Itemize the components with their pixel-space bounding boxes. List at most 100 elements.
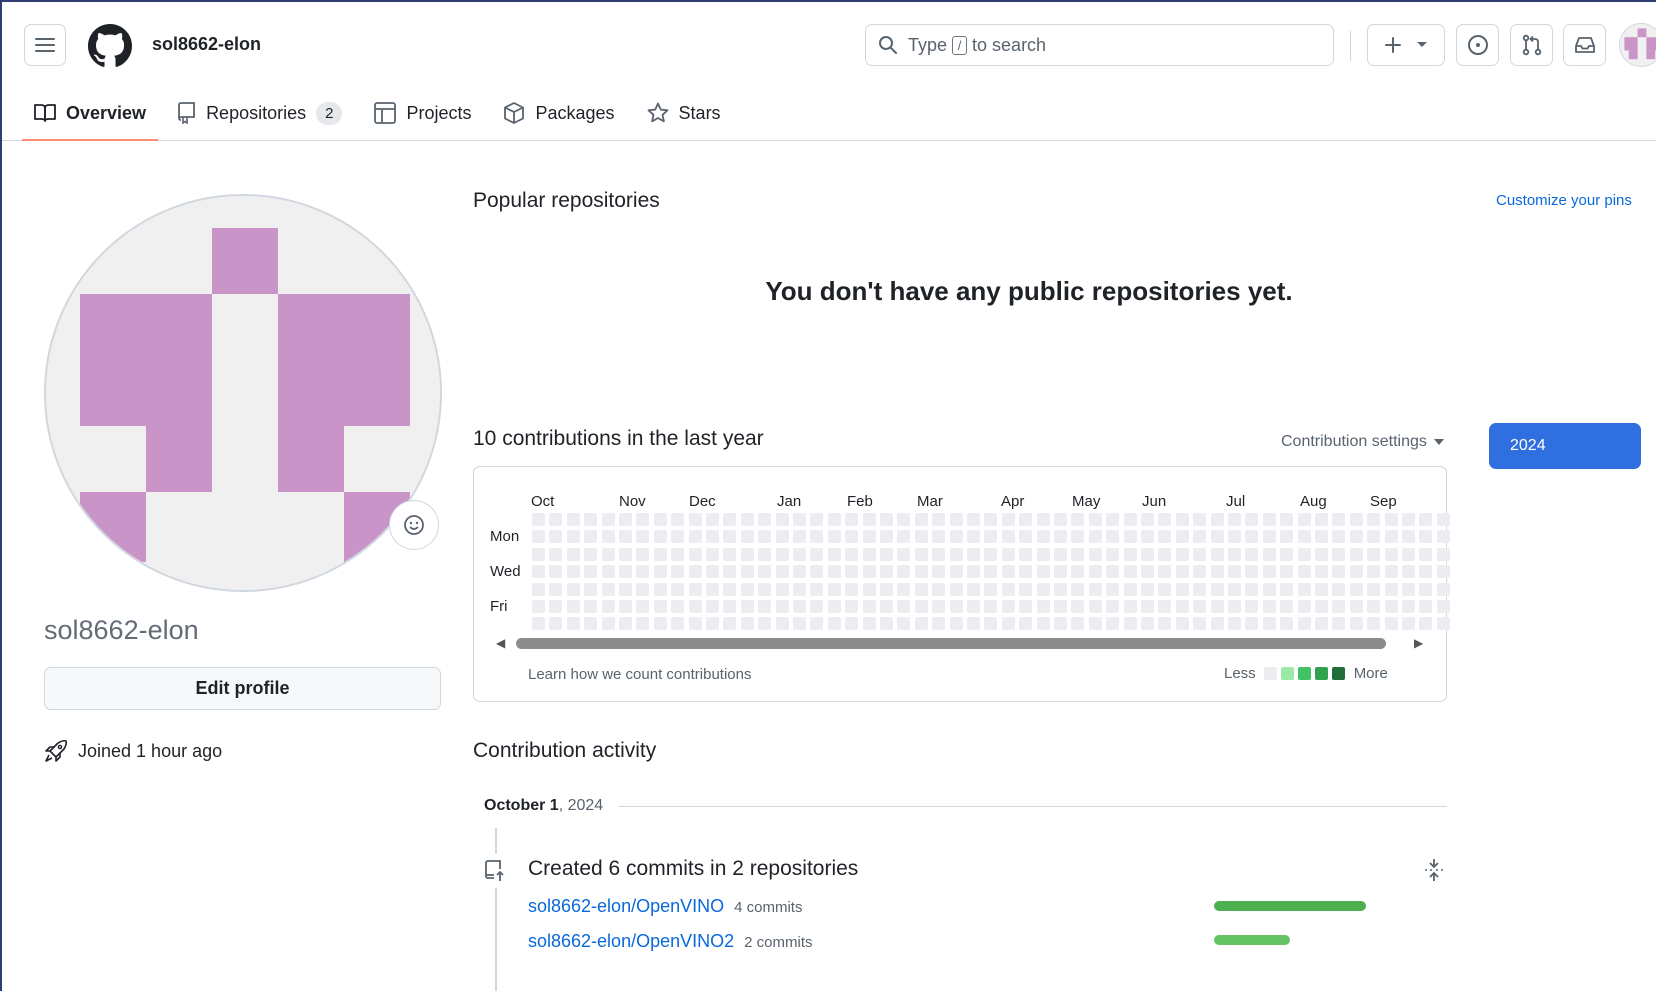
contribution-day-cell[interactable] (549, 547, 563, 561)
contribution-day-cell[interactable] (566, 582, 580, 596)
contribution-day-cell[interactable] (1332, 530, 1346, 544)
contribution-day-cell[interactable] (671, 513, 685, 526)
contribution-day-cell[interactable] (1210, 600, 1224, 613)
contribution-day-cell[interactable] (1123, 600, 1137, 613)
contribution-day-cell[interactable] (688, 565, 702, 579)
contribution-day-cell[interactable] (619, 565, 632, 579)
contribution-day-cell[interactable] (671, 600, 685, 613)
contribution-day-cell[interactable] (706, 600, 719, 613)
edit-profile-button[interactable]: Edit profile (44, 667, 441, 710)
contribution-day-cell[interactable] (1088, 513, 1102, 526)
contribution-day-cell[interactable] (932, 617, 946, 631)
contribution-day-cell[interactable] (932, 547, 946, 561)
contribution-day-cell[interactable] (949, 547, 963, 561)
contribution-day-cell[interactable] (1349, 600, 1363, 613)
contribution-day-cell[interactable] (827, 530, 841, 544)
contribution-day-cell[interactable] (1158, 582, 1172, 596)
contribution-day-cell[interactable] (1001, 617, 1015, 631)
contribution-day-cell[interactable] (914, 547, 928, 561)
year-2024-button[interactable]: 2024 (1489, 423, 1641, 469)
contribution-day-cell[interactable] (1332, 582, 1346, 596)
contribution-day-cell[interactable] (810, 530, 824, 544)
contribution-day-cell[interactable] (653, 565, 667, 579)
contribution-day-cell[interactable] (862, 582, 876, 596)
contribution-day-cell[interactable] (1436, 582, 1450, 596)
contribution-day-cell[interactable] (1175, 547, 1189, 561)
contribution-day-cell[interactable] (671, 582, 685, 596)
contribution-day-cell[interactable] (653, 513, 667, 526)
contribution-day-cell[interactable] (1262, 582, 1276, 596)
github-logo-icon[interactable] (88, 24, 132, 68)
contribution-day-cell[interactable] (1158, 617, 1172, 631)
contribution-day-cell[interactable] (653, 582, 667, 596)
contribution-day-cell[interactable] (1141, 600, 1154, 613)
contribution-day-cell[interactable] (1280, 513, 1294, 526)
contribution-day-cell[interactable] (706, 582, 719, 596)
tab-projects[interactable]: Projects (362, 92, 483, 134)
contribution-day-cell[interactable] (1158, 600, 1172, 613)
contribution-day-cell[interactable] (1158, 530, 1172, 544)
contribution-day-cell[interactable] (1175, 513, 1189, 526)
contribution-day-cell[interactable] (1367, 565, 1381, 579)
contribution-day-cell[interactable] (1419, 600, 1433, 613)
contribution-day-cell[interactable] (1280, 565, 1294, 579)
contribution-day-cell[interactable] (532, 617, 545, 631)
contribution-day-cell[interactable] (758, 600, 772, 613)
contribution-day-cell[interactable] (914, 617, 928, 631)
contribution-day-cell[interactable] (740, 617, 754, 631)
contribution-day-cell[interactable] (1280, 530, 1294, 544)
contribution-day-cell[interactable] (1228, 547, 1241, 561)
contribution-day-cell[interactable] (793, 565, 806, 579)
contribution-day-cell[interactable] (688, 582, 702, 596)
contribution-day-cell[interactable] (810, 600, 824, 613)
contribution-day-cell[interactable] (845, 565, 859, 579)
contribution-day-cell[interactable] (619, 530, 632, 544)
contribution-day-cell[interactable] (601, 547, 615, 561)
contribution-day-cell[interactable] (793, 582, 806, 596)
contribution-day-cell[interactable] (1001, 513, 1015, 526)
contribution-day-cell[interactable] (723, 530, 737, 544)
contribution-day-cell[interactable] (949, 582, 963, 596)
contribution-day-cell[interactable] (1315, 565, 1328, 579)
contribution-day-cell[interactable] (1436, 565, 1450, 579)
contribution-day-cell[interactable] (1210, 617, 1224, 631)
contribution-day-cell[interactable] (653, 600, 667, 613)
contribution-day-cell[interactable] (1036, 582, 1050, 596)
contribution-day-cell[interactable] (1402, 565, 1415, 579)
contribution-day-cell[interactable] (1088, 617, 1102, 631)
contribution-day-cell[interactable] (880, 565, 893, 579)
contribution-day-cell[interactable] (549, 600, 563, 613)
repo-commit-count[interactable]: 2 commits (744, 934, 812, 951)
contribution-day-cell[interactable] (967, 530, 980, 544)
contribution-day-cell[interactable] (1436, 547, 1450, 561)
contribution-day-cell[interactable] (1349, 617, 1363, 631)
contribution-day-cell[interactable] (1054, 530, 1067, 544)
contribution-day-cell[interactable] (862, 565, 876, 579)
contribution-day-cell[interactable] (1315, 617, 1328, 631)
contribution-day-cell[interactable] (1367, 530, 1381, 544)
contribution-day-cell[interactable] (880, 513, 893, 526)
set-status-button[interactable] (389, 500, 439, 550)
contribution-day-cell[interactable] (1158, 565, 1172, 579)
contribution-day-cell[interactable] (723, 547, 737, 561)
contribution-day-cell[interactable] (1071, 617, 1085, 631)
contribution-day-cell[interactable] (1315, 600, 1328, 613)
header-username[interactable]: sol8662-elon (152, 34, 261, 55)
contribution-day-cell[interactable] (897, 547, 911, 561)
contribution-day-cell[interactable] (1297, 565, 1311, 579)
contribution-day-cell[interactable] (793, 530, 806, 544)
contribution-day-cell[interactable] (1315, 547, 1328, 561)
contribution-day-cell[interactable] (1228, 600, 1241, 613)
contribution-day-cell[interactable] (1245, 565, 1259, 579)
contribution-day-cell[interactable] (1367, 617, 1381, 631)
contribution-day-cell[interactable] (1123, 617, 1137, 631)
contribution-day-cell[interactable] (636, 600, 650, 613)
contribution-day-cell[interactable] (671, 565, 685, 579)
contribution-day-cell[interactable] (566, 617, 580, 631)
contribution-day-cell[interactable] (1019, 513, 1033, 526)
contribution-day-cell[interactable] (1228, 617, 1241, 631)
contribution-day-cell[interactable] (1419, 582, 1433, 596)
contribution-day-cell[interactable] (984, 530, 998, 544)
search-input[interactable]: Type / to search (865, 24, 1334, 66)
contribution-day-cell[interactable] (1088, 582, 1102, 596)
